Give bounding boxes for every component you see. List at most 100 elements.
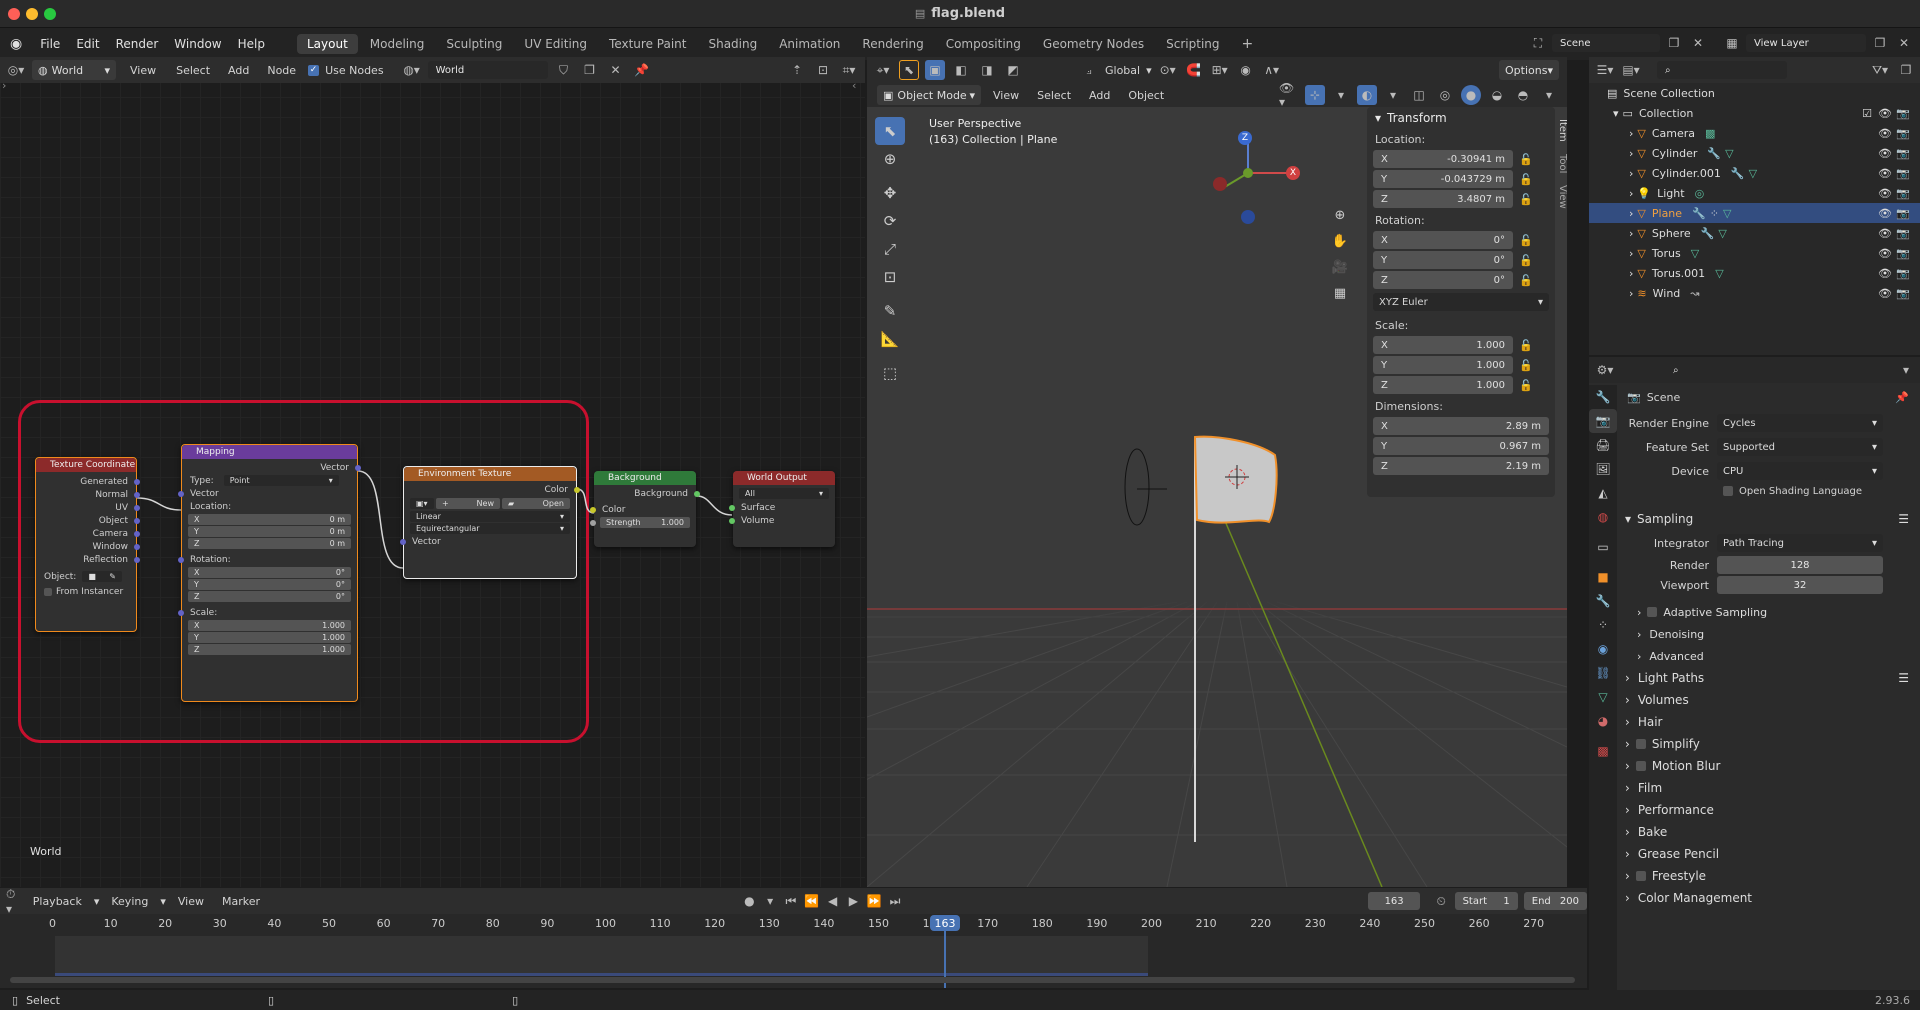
eye-icon[interactable]: 👁 (1878, 267, 1892, 280)
tab-modeling[interactable]: Modeling (360, 34, 435, 54)
menu-render[interactable]: Render (108, 37, 167, 51)
zoom-window-button[interactable] (44, 8, 56, 20)
output-vector[interactable]: Vector (182, 461, 361, 474)
scale-y[interactable]: Y 1.000 (188, 632, 351, 643)
panel-performance[interactable]: › Performance (1621, 799, 1917, 821)
adaptive-sampling-checkbox[interactable] (1647, 607, 1658, 617)
strength-field[interactable]: Strength 1.000 (590, 517, 690, 528)
render-camera-icon[interactable]: 📷 (1896, 187, 1910, 200)
output-generated[interactable]: Generated (36, 475, 140, 488)
outliner-item-plane[interactable]: › ▽ Plane 🔧 ⁘ ▽ 👁 📷 (1589, 203, 1920, 223)
output-object[interactable]: Object (36, 514, 140, 527)
menu-window[interactable]: Window (166, 37, 229, 51)
jump-next-keyframe-icon[interactable]: ⏩ (867, 891, 882, 911)
light-paths-presets-icon[interactable]: ☰ (1898, 671, 1909, 685)
object-tab-icon[interactable]: ■ (1589, 565, 1617, 589)
menu-edit[interactable]: Edit (68, 37, 107, 51)
output-reflection[interactable]: Reflection (36, 553, 140, 566)
timeline-menu-marker[interactable]: Marker (216, 895, 266, 908)
close-window-button[interactable] (8, 8, 20, 20)
location-y[interactable]: Y0 m (188, 526, 351, 537)
output-tab-icon[interactable]: 🖨 (1589, 433, 1617, 457)
dimension-z-field[interactable]: Z 2.19 m (1373, 457, 1549, 475)
timeline-menu-view[interactable]: View (172, 895, 210, 908)
scale-x-field[interactable]: X 1.000 (1373, 336, 1513, 354)
type-dropdown[interactable]: Point ▾ (223, 475, 339, 486)
expand-collection-icon[interactable]: ▾ (1613, 107, 1619, 120)
feature-set-dropdown[interactable]: Supported ▾ (1717, 438, 1883, 456)
rotation-x[interactable]: X 0° (188, 567, 351, 578)
lock-rotation-z-icon[interactable]: 🔓 (1519, 274, 1533, 287)
panel-grease-pencil[interactable]: › Grease Pencil (1621, 843, 1917, 865)
measure-tool-icon[interactable]: 📐 (875, 325, 905, 353)
eye-icon[interactable]: 👁 (1878, 287, 1892, 300)
lock-rotation-y-icon[interactable]: 🔓 (1519, 254, 1533, 267)
gizmo-z-axis[interactable]: Z (1238, 131, 1252, 145)
keying-set-icon[interactable]: ▾ (763, 891, 778, 911)
tab-shading[interactable]: Shading (698, 34, 767, 54)
open-image-button[interactable]: ▰ Open (502, 498, 570, 509)
panel-simplify[interactable]: › Simplify (1621, 733, 1917, 755)
jump-end-icon[interactable]: ⏭ (888, 891, 903, 911)
add-workspace-icon[interactable]: + (1232, 33, 1264, 55)
texture-tab-icon[interactable]: ▩ (1589, 739, 1617, 763)
lock-scale-y-icon[interactable]: 🔓 (1519, 359, 1533, 372)
tab-compositing[interactable]: Compositing (936, 34, 1031, 54)
move-tool-icon[interactable]: ✥ (875, 179, 905, 207)
new-scene-icon[interactable]: ❐ (1664, 33, 1684, 53)
camera-view-icon[interactable]: 🎥 (1327, 254, 1353, 280)
output-camera[interactable]: Camera (36, 527, 140, 540)
node-texture-coordinate[interactable]: Texture Coordinate Generated Normal UV O… (35, 457, 140, 632)
panel-freestyle[interactable]: › Freestyle (1621, 865, 1917, 887)
integrator-dropdown[interactable]: Path Tracing ▾ (1717, 534, 1883, 552)
target-dropdown[interactable]: All ▾ (739, 488, 829, 499)
location-x-field[interactable]: X -0.30941 m (1373, 150, 1513, 168)
jump-prev-keyframe-icon[interactable]: ⏪ (804, 891, 819, 911)
collection-eye-icon[interactable]: 👁 (1878, 107, 1892, 120)
panel-bake[interactable]: › Bake (1621, 821, 1917, 843)
annotate-tool-icon[interactable]: ✎ (875, 297, 905, 325)
rotate-tool-icon[interactable]: ⟳ (875, 207, 905, 235)
collection-tab-icon[interactable]: ▭ (1589, 535, 1617, 559)
eye-icon[interactable]: 👁 (1878, 207, 1892, 220)
render-camera-icon[interactable]: 📷 (1896, 147, 1910, 160)
location-z-field[interactable]: Z 3.4807 m (1373, 190, 1513, 208)
outliner-item-camera[interactable]: › ▽ Camera ▩ 👁 📷 (1589, 123, 1920, 143)
timeline-editor-type-icon[interactable]: ⏱▾ (6, 887, 21, 916)
display-mode-icon[interactable]: ▤▾ (1621, 60, 1641, 80)
input-volume[interactable]: Volume (729, 514, 835, 527)
modifier-tab-icon[interactable]: 🔧 (1589, 589, 1617, 613)
panel-color-management[interactable]: › Color Management (1621, 887, 1917, 909)
render-tab-icon[interactable]: 📷 (1589, 409, 1617, 433)
filter-icon[interactable]: ⛛▾ (1870, 60, 1890, 80)
tab-sculpting[interactable]: Sculpting (436, 34, 512, 54)
properties-editor-type-icon[interactable]: ⚙▾ (1595, 360, 1615, 380)
node-mapping[interactable]: Mapping Vector Type: Point ▾ Vector Locati… (178, 444, 361, 702)
render-camera-icon[interactable]: 📷 (1896, 127, 1910, 140)
tool-tab-icon[interactable]: 🔧 (1589, 385, 1617, 409)
lock-scale-z-icon[interactable]: 🔓 (1519, 379, 1533, 392)
scale-y-field[interactable]: Y 1.000 (1373, 356, 1513, 374)
image-browse-icon[interactable]: ▣▾ (410, 498, 434, 509)
outliner-item-light[interactable]: › 💡 Light ◎ 👁 📷 (1589, 183, 1920, 203)
gizmo-neg-z[interactable] (1241, 210, 1255, 224)
panel-sampling[interactable]: ▾ Sampling ☰ (1621, 507, 1917, 531)
input-vector[interactable]: Vector (400, 535, 576, 548)
location-x[interactable]: X0 m (188, 514, 351, 525)
play-reverse-icon[interactable]: ◀ (825, 891, 840, 911)
output-window[interactable]: Window (36, 540, 140, 553)
transform-panel-header[interactable]: ▾ Transform (1367, 107, 1555, 129)
location-y-field[interactable]: Y -0.043729 m (1373, 170, 1513, 188)
tab-rendering[interactable]: Rendering (852, 34, 933, 54)
tab-animation[interactable]: Animation (769, 34, 850, 54)
zoom-icon[interactable]: ⊕ (1327, 202, 1353, 228)
rotation-mode-dropdown[interactable]: XYZ Euler ▾ (1373, 293, 1549, 311)
sampling-presets-icon[interactable]: ☰ (1898, 512, 1909, 526)
outliner-item-cylinder[interactable]: › ▽ Cylinder 🔧 ▽ 👁 📷 (1589, 143, 1920, 163)
device-dropdown[interactable]: CPU ▾ (1717, 462, 1883, 480)
rotation-z-field[interactable]: Z 0° (1373, 271, 1513, 289)
osl-checkbox[interactable] (1723, 486, 1733, 496)
navigation-gizmo[interactable]: Z X (1203, 93, 1303, 224)
viewport-samples-field[interactable]: 32 (1717, 576, 1883, 594)
render-camera-icon[interactable]: 📷 (1896, 247, 1910, 260)
